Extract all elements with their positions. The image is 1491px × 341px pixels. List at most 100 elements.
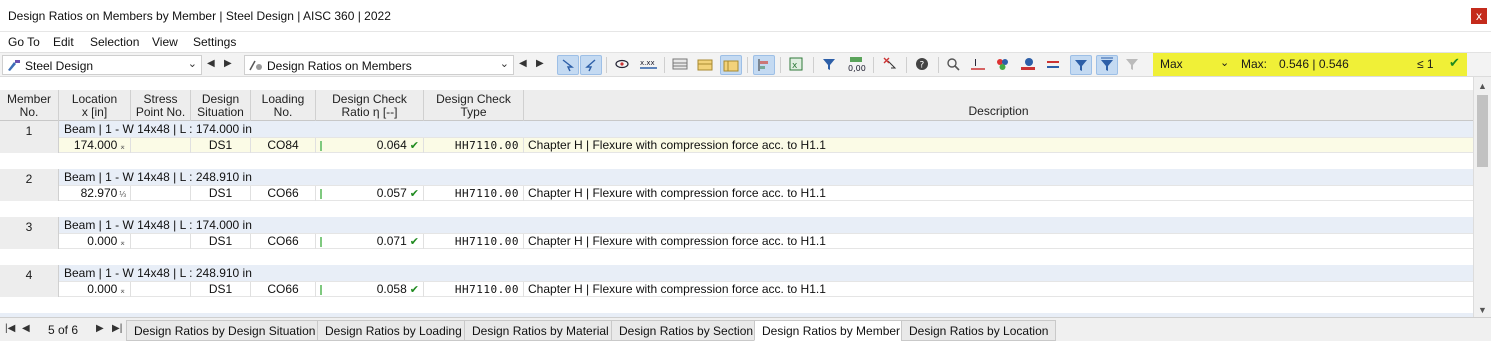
member-icon [1047,61,1059,68]
member-no[interactable]: 4 [0,265,59,297]
col-stress-point[interactable]: Stress Point No. [131,90,191,121]
check-icon: ✔ [409,188,419,200]
toolbar-separator [906,57,907,73]
excel-export-button[interactable]: x [786,55,808,75]
design-situation-cell: DS1 [191,234,251,249]
member-group-header[interactable]: Beam | 1 - W 14x48 | L : 248.910 in [59,169,1473,185]
colors-button[interactable] [993,55,1015,75]
filter-list-button[interactable] [1096,55,1118,75]
loading-cell: CO66 [251,282,316,297]
chevron-down-icon[interactable]: ⌄ [1220,56,1229,69]
tab-by-member[interactable]: Design Ratios by Member [754,320,909,341]
menu-settings[interactable]: Settings [193,35,236,49]
member-button[interactable] [1043,55,1065,75]
prev-result-icon[interactable]: ◀ [519,58,527,69]
menu-view[interactable]: View [152,35,178,49]
loading-cell: CO84 [251,138,316,153]
align-button[interactable] [753,55,775,75]
col-description[interactable]: Description [524,90,1473,121]
arrow-back-icon [585,59,596,72]
prev-page-icon[interactable]: ◀ [22,323,30,334]
location-cell: 0.000 ⌅ [59,234,131,249]
member-group-header[interactable]: Beam | 1 - W 14x48 | L : 248.910 in [59,265,1473,281]
tab-by-material[interactable]: Design Ratios by Material [464,320,617,341]
align-icon [758,59,768,71]
col-member-no[interactable]: Member No. [0,90,59,121]
excel-icon: x [789,57,803,71]
xxx-button[interactable]: x.xx [637,55,659,75]
tab-by-location[interactable]: Design Ratios by Location [901,320,1057,341]
table-row[interactable]: 82.970 ⅓ DS1 CO66 0.057 ✔ HH7110.00 Chapte… [59,185,1473,201]
col-type[interactable]: Design Check Type [424,90,524,121]
info-button[interactable] [1018,55,1040,75]
xxx-icon: x.xx [640,59,657,69]
col-loading[interactable]: Loading No. [251,90,316,121]
loading-cell: CO66 [251,234,316,249]
filter-mode-select[interactable]: Max [1160,57,1183,71]
description-cell: Chapter H | Flexure with compression for… [528,186,826,200]
table-row[interactable]: 0.000 ⌅ DS1 CO66 0.071 ✔ HH7110.00 Chapter… [59,233,1473,249]
table-row[interactable]: 174.000 ⌅ DS1 CO84 0.064 ✔ HH7110.00 Chapt… [59,137,1473,153]
filter-active-button[interactable] [1070,55,1092,75]
filter-value-button[interactable] [819,55,841,75]
member-group-header[interactable]: Beam | 1 - W 14x48 | L : 174.000 in [59,121,1473,137]
max-filter-panel: Max ⌄ Max: 0.546 | 0.546 ≤ 1 ✔ [1153,53,1467,76]
select-back-button[interactable] [580,55,602,75]
last-page-icon[interactable]: ▶| [112,323,122,334]
scroll-up-icon[interactable]: ▲ [1478,81,1487,91]
first-page-icon[interactable]: |◀ [5,323,15,334]
menu-selection[interactable]: Selection [90,35,139,49]
table-row[interactable]: 0.000 ⌅ DS1 CO66 0.058 ✔ HH7110.00 Chapter… [59,281,1473,297]
scroll-thumb[interactable] [1477,95,1488,167]
menu-go-to[interactable]: Go To [8,35,40,49]
table-folder-button[interactable] [695,55,717,75]
member-no[interactable]: 1 [0,121,59,153]
tab-by-section[interactable]: Design Ratios by Section [611,320,762,341]
close-icon[interactable]: x [1471,8,1487,24]
select-forward-button[interactable] [557,55,579,75]
zoom-button[interactable] [943,55,965,75]
clear-filter-button[interactable] [1122,55,1144,75]
table-group-button[interactable] [720,55,742,75]
next-page-icon[interactable]: ▶ [96,323,104,334]
menu-edit[interactable]: Edit [53,35,74,49]
tab-by-loading[interactable]: Design Ratios by Loading [317,320,470,341]
col-design-situation[interactable]: Design Situation [191,90,251,121]
member-no[interactable]: 3 [0,217,59,249]
design-situation-cell: DS1 [191,138,251,153]
ratio-bar [320,141,322,151]
ratio-bar [320,285,322,295]
color-dots-icon [997,59,1008,70]
toolbar-separator [664,57,665,73]
member-no[interactable]: 2 [0,169,59,201]
ratio-value: 0.071 [376,234,407,248]
window-title: Design Ratios on Members by Member | Ste… [8,9,391,23]
location-value: 0.000 [87,234,118,248]
member-group-header[interactable]: Beam | 1 - W 14x48 | L : 174.000 in [59,217,1473,233]
tab-by-design-situation[interactable]: Design Ratios by Design Situation [126,320,324,341]
next-module-icon[interactable]: ▶ [224,58,232,69]
col-loading-line2: No. [273,105,293,119]
help-button[interactable]: ? [912,55,934,75]
col-ratio[interactable]: Design Check Ratio η [--] [316,90,424,121]
toolbar-separator [606,57,607,73]
max-value: 0.546 | 0.546 [1279,57,1349,71]
deselect-button[interactable] [880,55,902,75]
prev-module-icon[interactable]: ◀ [207,58,215,69]
next-result-icon[interactable]: ▶ [536,58,544,69]
ratio-value: 0.064 [376,138,407,152]
funnel-list-icon [1101,57,1113,71]
vertical-scrollbar[interactable]: ▲ ▼ [1473,77,1491,317]
info-icon [1021,58,1035,70]
table-view-button[interactable] [670,55,692,75]
decimals-button[interactable]: 0,00 [845,55,867,75]
result-type-select[interactable]: Design Ratios on Members ⌄ [244,55,514,75]
col-location[interactable]: Location x [in] [59,90,131,121]
view-member-button[interactable] [612,55,634,75]
table-folder-icon [697,59,713,71]
scroll-down-icon[interactable]: ▼ [1478,305,1487,315]
module-select[interactable]: Steel Design ⌄ [2,55,202,75]
section-button[interactable]: I [968,55,990,75]
result-type-value: Design Ratios on Members [267,59,412,73]
ratio-cell: 0.071 ✔ [316,234,424,249]
